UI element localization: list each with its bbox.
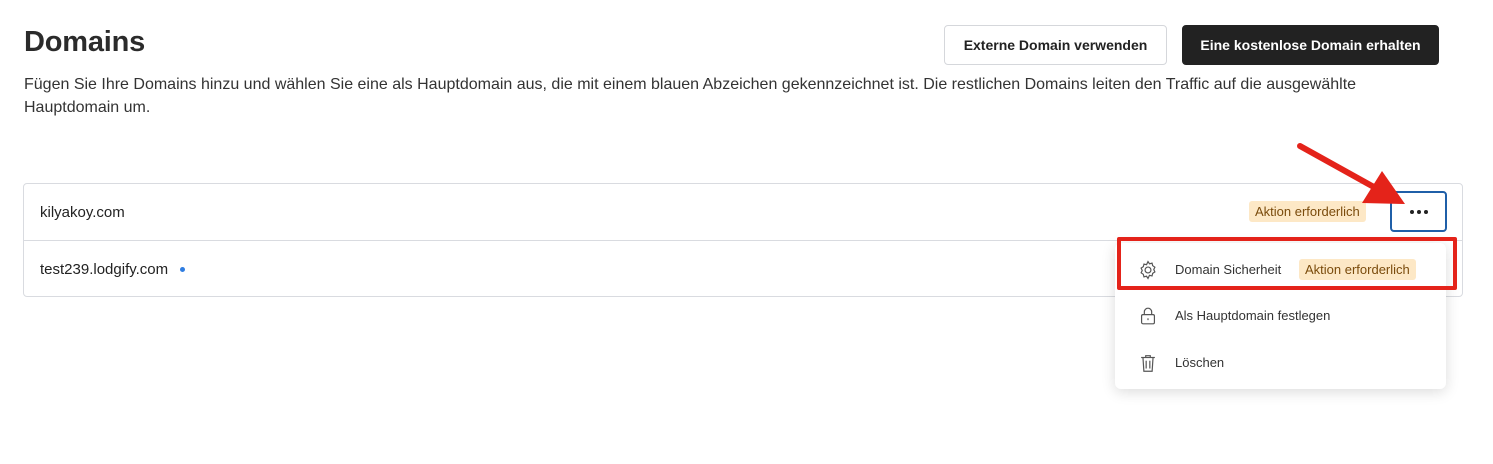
main-domain-indicator — [180, 266, 185, 272]
more-dot-icon — [1423, 209, 1428, 214]
more-dot-icon — [1416, 209, 1421, 214]
get-free-domain-button[interactable]: Eine kostenlose Domain erhalten — [1182, 25, 1439, 65]
menu-item-domain-security[interactable]: Domain Sicherheit Aktion erforderlich — [1115, 246, 1446, 292]
gear-icon — [1140, 260, 1156, 280]
lock-icon — [1140, 307, 1156, 325]
menu-item-set-main-domain[interactable]: Als Hauptdomain festlegen — [1115, 292, 1446, 338]
more-dot-icon — [1409, 209, 1414, 214]
trash-icon — [1141, 355, 1155, 372]
domain-actions-menu: Domain Sicherheit Aktion erforderlich Al… — [1115, 243, 1446, 389]
page-description: Fügen Sie Ihre Domains hinzu und wählen … — [24, 76, 1357, 116]
menu-item-label: Als Hauptdomain festlegen — [1175, 307, 1331, 323]
domain-name: test239.lodgify.com — [40, 260, 169, 278]
domain-name: kilyakoy.com — [40, 203, 125, 221]
menu-item-label: Domain Sicherheit — [1175, 261, 1282, 277]
use-external-domain-button[interactable]: Externe Domain verwenden — [944, 25, 1167, 65]
action-required-badge: Aktion erforderlich — [1299, 259, 1416, 280]
menu-item-label: Löschen — [1175, 354, 1225, 370]
action-required-badge: Aktion erforderlich — [1249, 201, 1366, 222]
more-options-button[interactable] — [1390, 191, 1447, 232]
menu-item-delete[interactable]: Löschen — [1115, 339, 1446, 385]
page-title: Domains — [24, 26, 146, 58]
domain-row[interactable]: kilyakoy.com Aktion erforderlich — [24, 184, 1462, 241]
